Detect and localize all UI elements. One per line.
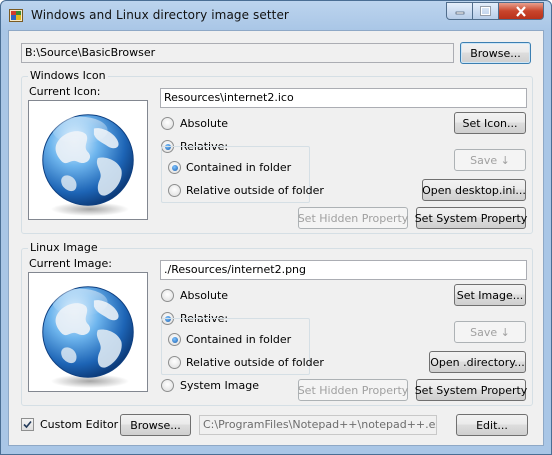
windows-outside-radio[interactable]: [168, 184, 181, 197]
close-button[interactable]: [498, 2, 544, 20]
app-icon: [9, 9, 23, 22]
set-image-button[interactable]: Set Image...: [454, 284, 526, 306]
windows-set-system-button[interactable]: Set System Property: [415, 207, 527, 229]
minimize-button[interactable]: [446, 2, 473, 20]
linux-image-path-field[interactable]: ./Resources/internet2.png: [160, 260, 527, 280]
edit-button[interactable]: Edit...: [456, 414, 528, 436]
current-icon-label: Current Icon:: [29, 85, 101, 98]
source-path-field[interactable]: B:\Source\BasicBrowser: [21, 43, 454, 63]
windows-icon-preview: [28, 100, 148, 220]
windows-icon-path-field[interactable]: Resources\internet2.ico: [160, 88, 527, 108]
close-icon: [516, 5, 526, 17]
client-area: B:\Source\BasicBrowser Browse... Windows…: [8, 30, 544, 446]
windows-absolute-label[interactable]: Absolute: [180, 117, 228, 130]
linux-system-image-radio[interactable]: [161, 379, 174, 392]
windows-absolute-radio[interactable]: [161, 117, 174, 130]
current-image-label: Current Image:: [29, 257, 112, 270]
linux-image-group-label: Linux Image: [28, 241, 100, 254]
windows-set-hidden-button[interactable]: Set Hidden Property: [298, 207, 408, 229]
linux-absolute-label[interactable]: Absolute: [180, 289, 228, 302]
linux-save-button[interactable]: Save ↓: [454, 321, 526, 343]
windows-outside-label[interactable]: Relative outside of folder: [186, 184, 324, 197]
linux-absolute-radio[interactable]: [161, 289, 174, 302]
browse-editor-button[interactable]: Browse...: [120, 414, 191, 436]
linux-contained-radio[interactable]: [168, 333, 181, 346]
globe-icon: [29, 101, 147, 219]
editor-path-field[interactable]: C:\ProgramFiles\Notepad++\notepad++.exe: [199, 415, 437, 435]
linux-contained-label[interactable]: Contained in folder: [186, 333, 291, 346]
linux-outside-label[interactable]: Relative outside of folder: [186, 356, 324, 369]
custom-editor-checkbox[interactable]: [21, 418, 34, 431]
linux-image-preview: [28, 272, 148, 392]
linux-system-image-label[interactable]: System Image: [180, 379, 259, 392]
open-desktop-ini-button[interactable]: Open desktop.ini...: [422, 179, 526, 201]
linux-set-hidden-button[interactable]: Set Hidden Property: [298, 379, 408, 401]
set-icon-button[interactable]: Set Icon...: [454, 112, 526, 134]
windows-contained-radio[interactable]: [168, 161, 181, 174]
maximize-icon: [480, 6, 491, 16]
linux-outside-radio[interactable]: [168, 356, 181, 369]
windows-save-button[interactable]: Save ↓: [454, 149, 526, 171]
linux-set-system-button[interactable]: Set System Property: [415, 379, 527, 401]
globe-icon: [29, 273, 147, 391]
minimize-icon: [455, 11, 464, 15]
checkmark-icon: [23, 420, 32, 429]
open-directory-button[interactable]: Open .directory...: [429, 351, 526, 373]
browse-source-button[interactable]: Browse...: [460, 42, 531, 64]
windows-icon-group-label: Windows Icon: [28, 69, 108, 82]
application-window: Windows and Linux directory image setter…: [0, 0, 552, 455]
custom-editor-label[interactable]: Custom Editor: [40, 418, 118, 431]
title-bar[interactable]: Windows and Linux directory image setter: [1, 1, 551, 31]
windows-contained-label[interactable]: Contained in folder: [186, 161, 291, 174]
maximize-button[interactable]: [472, 2, 499, 20]
window-title: Windows and Linux directory image setter: [31, 8, 289, 22]
